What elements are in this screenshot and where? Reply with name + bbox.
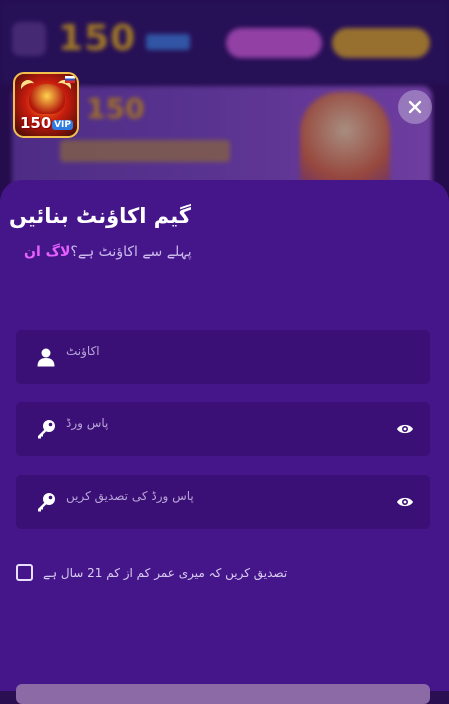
user-icon	[37, 348, 55, 367]
login-link[interactable]: لاگ ان	[24, 244, 70, 260]
age-confirm-label: تصدیق کریں کہ میری عمر کم از کم 21 سال ہ…	[43, 565, 288, 580]
key-icon	[38, 420, 55, 439]
register-sheet: گیم اکاؤنٹ بنائیں پہلے سے اکاؤنٹ ہے؟لاگ …	[0, 180, 449, 704]
bull-icon	[29, 84, 65, 114]
login-prompt: پہلے سے اکاؤنٹ ہے؟لاگ ان	[24, 244, 192, 260]
account-input[interactable]	[66, 324, 366, 378]
key-icon	[38, 493, 55, 512]
eye-icon[interactable]	[396, 422, 414, 436]
close-icon	[408, 100, 422, 114]
password-field[interactable]	[16, 396, 430, 456]
confirm-password-field[interactable]	[16, 469, 430, 529]
close-button[interactable]	[398, 90, 432, 124]
submit-button[interactable]	[16, 684, 430, 704]
age-confirm-row: تصدیق کریں کہ میری عمر کم از کم 21 سال ہ…	[16, 564, 287, 581]
password-input[interactable]	[66, 396, 366, 450]
sheet-title: گیم اکاؤنٹ بنائیں	[8, 204, 191, 228]
account-field[interactable]	[16, 324, 430, 384]
logo-number: 150	[20, 114, 52, 132]
game-logo: 150 VIP	[13, 72, 79, 138]
logo-vip-badge: VIP	[52, 120, 73, 130]
confirm-password-input[interactable]	[66, 469, 366, 523]
login-prompt-text: پہلے سے اکاؤنٹ ہے؟	[70, 244, 192, 260]
age-checkbox[interactable]	[16, 564, 33, 581]
eye-icon[interactable]	[396, 495, 414, 509]
flag-icon	[65, 76, 75, 83]
